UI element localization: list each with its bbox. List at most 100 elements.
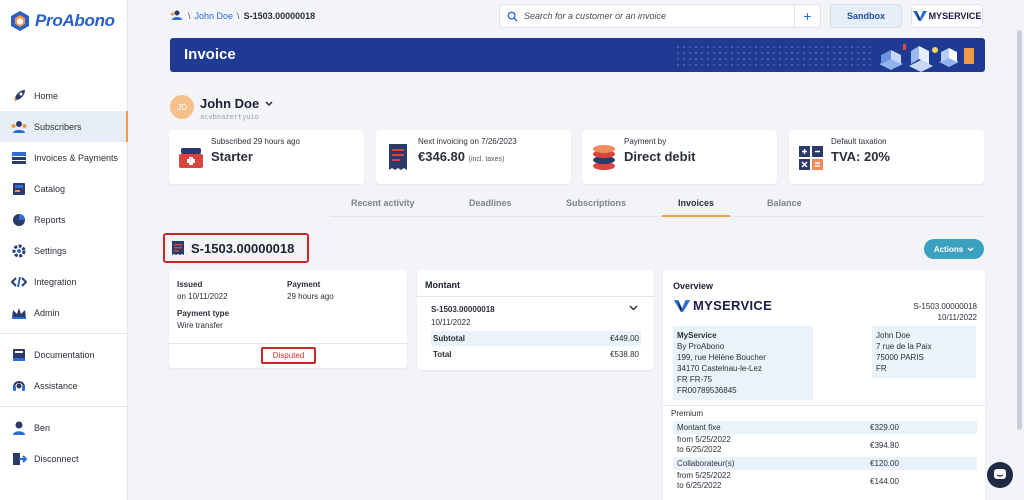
sidebar-nav: Home Subscribers Invoices & Payments Cat… <box>0 80 128 474</box>
scrollbar[interactable] <box>1017 30 1022 430</box>
proabono-logo[interactable]: ProAbono <box>10 10 115 32</box>
sidebar: ProAbono Home Subscribers Invoices & Pay… <box>0 0 128 500</box>
next-invoice-amount: €346.80 <box>418 149 465 164</box>
subtotal-row: Subtotal €449.00 <box>431 331 641 346</box>
chat-button[interactable] <box>987 462 1013 488</box>
breadcrumb-separator: \ <box>237 11 240 21</box>
sidebar-item-documentation[interactable]: Documentation <box>0 339 128 370</box>
line-item-label: Montant fixe <box>677 423 721 432</box>
actions-dropdown-button[interactable]: Actions <box>924 239 984 259</box>
search-bar: + <box>499 4 821 28</box>
overview-invoice-date: 10/11/2022 <box>937 313 977 322</box>
stat-card-offer: Subscribed 29 hours ago Starter <box>169 130 364 184</box>
sidebar-item-catalog[interactable]: Catalog <box>0 173 128 204</box>
status-badge[interactable]: Disputed <box>261 347 316 364</box>
customer-name-dropdown[interactable]: John Doe <box>200 96 273 111</box>
page-title: Invoice <box>184 46 236 63</box>
sidebar-item-label: Home <box>34 90 59 101</box>
sidebar-item-subscribers[interactable]: Subscribers <box>0 111 128 142</box>
sidebar-item-integration[interactable]: Integration <box>0 266 128 297</box>
sidebar-item-settings[interactable]: Settings <box>0 235 128 266</box>
sidebar-item-label: Settings <box>34 245 67 256</box>
card-divider <box>663 405 985 406</box>
add-button[interactable]: + <box>794 5 820 27</box>
sidebar-item-label: Reports <box>34 214 66 225</box>
amount-card: Montant S-1503.00000018 10/11/2022 Subto… <box>417 270 654 370</box>
amount-date: 10/11/2022 <box>431 318 471 327</box>
customer-id: acvbnazertyuio <box>200 113 260 121</box>
stat-value: €346.80 (incl. taxes) <box>418 149 504 164</box>
tab-recent-activity[interactable]: Recent activity <box>351 198 415 208</box>
logo-text: ProAbono <box>35 11 115 30</box>
receipt-icon <box>172 241 184 255</box>
business-selector-button[interactable]: MYSERVICE <box>911 4 983 28</box>
sandbox-button[interactable]: Sandbox <box>830 4 902 28</box>
sidebar-item-home[interactable]: Home <box>0 80 128 111</box>
sidebar-item-label: Assistance <box>34 380 78 391</box>
search-icon <box>500 11 524 22</box>
tab-deadlines[interactable]: Deadlines <box>469 198 512 208</box>
business-name: MYSERVICE <box>928 11 982 21</box>
stat-value: TVA: 20% <box>831 149 890 164</box>
line-item-value: €329.00 <box>870 423 899 432</box>
sidebar-item-user[interactable]: Ben <box>0 412 128 443</box>
issued-value: on 10/11/2022 <box>177 292 228 301</box>
myservice-logo-icon <box>673 299 691 312</box>
line-item-row: Collaborateur(s) €120.00 <box>673 457 977 470</box>
line-item-value: €120.00 <box>870 459 899 468</box>
overview-title: Overview <box>673 281 714 291</box>
breadcrumb: \ John Doe \ S-1503.00000018 <box>170 9 315 23</box>
seller-line: FR FR-75 <box>677 375 713 384</box>
line-item-value: €144.00 <box>870 477 899 486</box>
stat-card-taxation: Default taxation TVA: 20% <box>789 130 984 184</box>
breadcrumb-customer-link[interactable]: John Doe <box>195 11 234 21</box>
sidebar-item-label: Ben <box>34 422 51 433</box>
overview-brand-logo: MYSERVICE <box>673 298 772 313</box>
line-item-period-end: to 6/25/2022 <box>677 445 722 454</box>
tab-invoices[interactable]: Invoices <box>661 198 731 217</box>
tab-subscriptions[interactable]: Subscriptions <box>566 198 626 208</box>
line-item-row: from 5/25/2022 to 6/25/2022 €144.00 <box>673 471 977 493</box>
line-item-period-end: to 6/25/2022 <box>677 481 722 490</box>
book-icon <box>10 346 28 364</box>
total-label: Total <box>433 350 452 359</box>
buyer-name: John Doe <box>876 331 911 340</box>
user-icon <box>10 419 28 437</box>
sidebar-item-reports[interactable]: Reports <box>0 204 128 235</box>
banner-pattern <box>675 44 875 66</box>
line-item-period-start: from 5/25/2022 <box>677 471 731 480</box>
line-item-row: from 5/25/2022 to 6/25/2022 €394.80 <box>673 435 977 457</box>
chevron-down-icon[interactable] <box>629 302 638 314</box>
coins-icon <box>593 145 615 170</box>
issued-label: Issued <box>177 280 203 289</box>
search-input[interactable] <box>524 11 794 21</box>
page-banner: Invoice <box>170 38 985 72</box>
sidebar-item-label: Catalog <box>34 183 66 194</box>
sidebar-item-label: Documentation <box>34 349 95 360</box>
tab-balance[interactable]: Balance <box>767 198 802 208</box>
sidebar-item-label: Admin <box>34 307 60 318</box>
sidebar-item-invoices-payments[interactable]: Invoices & Payments <box>0 142 128 173</box>
sidebar-divider <box>0 406 128 407</box>
catalog-icon <box>10 180 28 198</box>
pie-chart-icon <box>10 211 28 229</box>
sidebar-divider <box>0 333 128 334</box>
line-item-label: Collaborateur(s) <box>677 459 735 468</box>
subscribers-icon <box>10 118 28 136</box>
sidebar-item-disconnect[interactable]: Disconnect <box>0 443 128 474</box>
stat-value: Starter <box>211 149 253 164</box>
chevron-down-icon <box>967 247 974 251</box>
rocket-icon <box>10 87 28 105</box>
payment-type-value: Wire transfer <box>177 321 223 330</box>
payment-value: 29 hours ago <box>287 292 334 301</box>
stat-value: Direct debit <box>624 149 696 164</box>
subscribers-icon[interactable] <box>170 9 184 23</box>
seller-address: MyService By ProAbono 199, rue Hélène Bo… <box>673 326 813 400</box>
tabs-bar: Recent activity Deadlines Subscriptions … <box>330 193 985 217</box>
subtotal-label: Subtotal <box>433 334 465 343</box>
calculator-icon <box>799 146 823 170</box>
sidebar-item-admin[interactable]: Admin <box>0 297 128 328</box>
total-row: Total €538.80 <box>431 347 641 362</box>
sidebar-item-assistance[interactable]: Assistance <box>0 370 128 401</box>
myservice-logo-icon <box>912 11 927 21</box>
